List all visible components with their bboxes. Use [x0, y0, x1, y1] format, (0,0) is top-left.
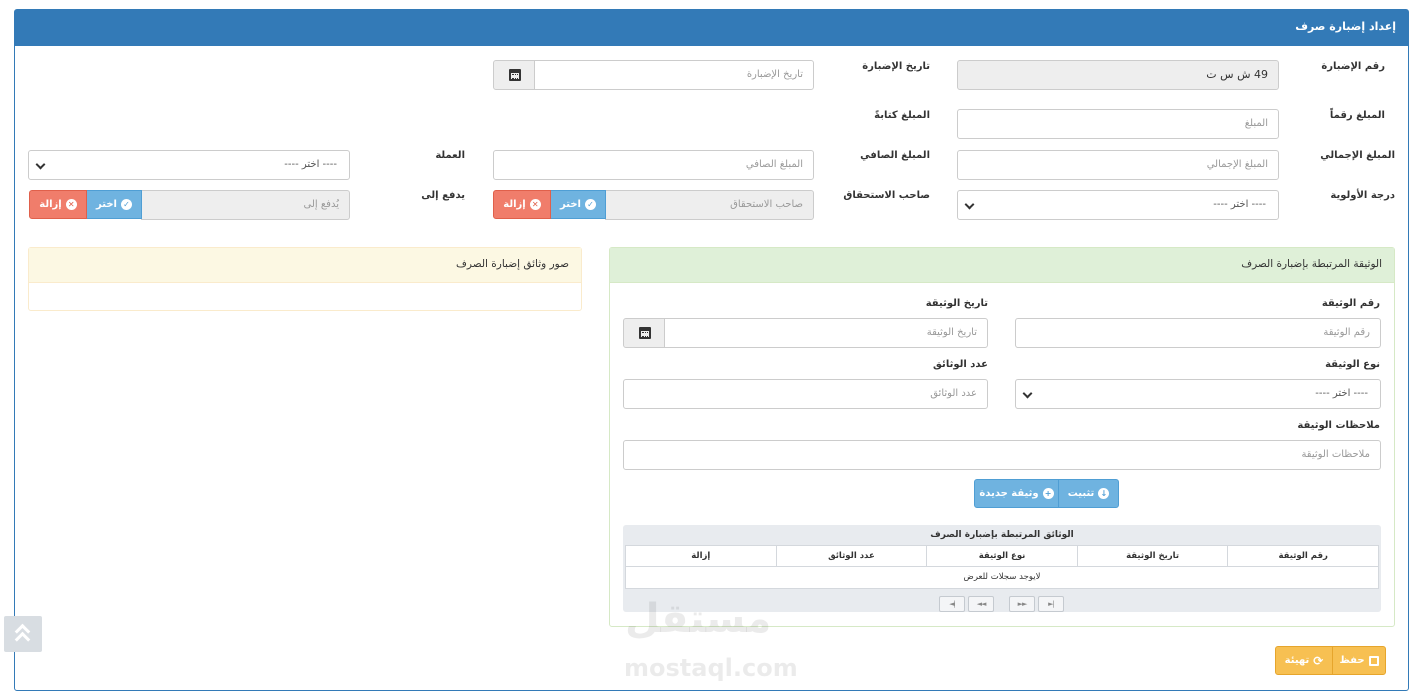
- doc-notes-textarea[interactable]: ملاحظات الوثيقة: [623, 440, 1381, 470]
- column-doc-date[interactable]: تاريخ الوثيقة: [1076, 546, 1228, 566]
- pay-to-input[interactable]: يُدفع إلى: [141, 190, 350, 220]
- panel-title: إعداد إضبارة صرف: [15, 10, 1408, 46]
- currency-label: العملة: [435, 150, 465, 161]
- doc-date-label: تاريخ الوثيقة: [925, 298, 988, 309]
- reset-button[interactable]: ⟳ تهيئة: [1275, 646, 1333, 675]
- doc-type-select[interactable]: ---- اختر ----: [1015, 379, 1381, 409]
- doc-date-calendar-button[interactable]: [623, 318, 665, 348]
- file-number-label: رقم الإضبارة: [1321, 61, 1385, 72]
- table-empty-message: لايوجد سجلات للعرض: [963, 572, 1041, 582]
- pager-prev-button[interactable]: ◄◄: [968, 596, 994, 612]
- doc-count-label: عدد الوثائق: [933, 359, 988, 370]
- refresh-icon: ⟳: [1313, 653, 1324, 668]
- chevron-down-icon: [964, 199, 975, 210]
- amount-text-label: المبلغ كتابةً: [874, 110, 930, 121]
- floppy-disk-icon: [1368, 655, 1379, 666]
- pay-to-choose-button[interactable]: ✓ اختر: [86, 190, 142, 219]
- doc-type-select-value: ---- اختر ----: [1315, 388, 1368, 399]
- chevron-down-icon: [35, 159, 46, 170]
- file-date-input[interactable]: تاريخ الإضبارة: [534, 60, 814, 90]
- save-document-button[interactable]: ↓ تثبيت: [1058, 479, 1119, 508]
- file-date-label: تاريخ الإضبارة: [862, 61, 930, 72]
- arrow-down-circle-icon: ↓: [1098, 488, 1110, 499]
- total-amount-label: المبلغ الإجمالي: [1320, 150, 1395, 161]
- table-header-row: رقم الوثيقة تاريخ الوثيقة نوع الوثيقة عد…: [626, 546, 1378, 567]
- new-document-button[interactable]: + وثيقة جديدة: [974, 479, 1059, 508]
- watermark-arabic: مستقل: [625, 596, 772, 642]
- pager-last-button[interactable]: ►|: [1038, 596, 1064, 612]
- file-number-input[interactable]: 49 ش س ت: [957, 60, 1279, 90]
- beneficiary-input[interactable]: صاحب الاستحقاق: [605, 190, 814, 220]
- pager-next-button[interactable]: ►►: [1009, 596, 1035, 612]
- document-images-panel-title: صور وثائق إضبارة الصرف: [29, 248, 581, 283]
- pager-first-button[interactable]: ◄|: [939, 596, 965, 612]
- file-date-calendar-button[interactable]: [493, 60, 535, 90]
- beneficiary-label: صاحب الاستحقاق: [843, 190, 930, 201]
- pay-to-label: يدفع إلى: [421, 190, 465, 201]
- watermark-latin: mostaql.com: [624, 654, 798, 682]
- table-body: رقم الوثيقة تاريخ الوثيقة نوع الوثيقة عد…: [625, 545, 1379, 589]
- currency-select[interactable]: ---- اختر ----: [28, 150, 350, 180]
- doc-number-label: رقم الوثيقة: [1321, 298, 1380, 309]
- column-doc-count[interactable]: عدد الوثائق: [775, 546, 927, 566]
- column-remove[interactable]: إزالة: [626, 546, 776, 566]
- total-amount-input[interactable]: المبلغ الإجمالي: [957, 150, 1279, 180]
- column-doc-number[interactable]: رقم الوثيقة: [1227, 546, 1378, 566]
- chevron-down-icon: [1022, 388, 1033, 399]
- document-panel-title: الوثيقة المرتبطة بإضبارة الصرف: [610, 248, 1394, 283]
- times-circle-icon: ✕: [529, 199, 541, 210]
- doc-count-input[interactable]: عدد الوثائق: [623, 379, 988, 409]
- column-doc-type[interactable]: نوع الوثيقة: [926, 546, 1077, 566]
- plus-circle-icon: +: [1042, 488, 1054, 499]
- save-button[interactable]: حفظ: [1332, 646, 1386, 675]
- doc-date-input[interactable]: تاريخ الوثيقة: [664, 318, 988, 348]
- calendar-icon: [509, 69, 521, 81]
- beneficiary-choose-button[interactable]: ✓ اختر: [550, 190, 606, 219]
- priority-select[interactable]: ---- اختر ----: [957, 190, 1279, 220]
- amount-number-label: المبلغ رقماً: [1329, 110, 1385, 121]
- net-amount-input[interactable]: المبلغ الصافي: [493, 150, 814, 180]
- calendar-icon: [639, 327, 651, 339]
- times-circle-icon: ✕: [65, 199, 77, 210]
- net-amount-label: المبلغ الصافي: [860, 150, 930, 161]
- document-images-panel: صور وثائق إضبارة الصرف: [28, 247, 582, 311]
- priority-select-value: ---- اختر ----: [1213, 199, 1266, 210]
- pay-to-remove-button[interactable]: ✕ إزالة: [29, 190, 87, 219]
- doc-type-label: نوع الوثيقة: [1325, 359, 1380, 370]
- currency-select-value: ---- اختر ----: [284, 159, 337, 170]
- doc-notes-label: ملاحظات الوثيقة: [1297, 420, 1380, 431]
- scroll-to-top-button[interactable]: [4, 616, 42, 652]
- table-caption: الوثائق المرتبطة بإضبارة الصرف: [930, 530, 1074, 540]
- doc-number-input[interactable]: رقم الوثيقة: [1015, 318, 1381, 348]
- beneficiary-remove-button[interactable]: ✕ إزالة: [493, 190, 551, 219]
- check-circle-icon: ✓: [120, 199, 132, 210]
- check-circle-icon: ✓: [584, 199, 596, 210]
- amount-number-input[interactable]: المبلغ: [957, 109, 1279, 139]
- priority-label: درجة الأولوية: [1330, 190, 1395, 201]
